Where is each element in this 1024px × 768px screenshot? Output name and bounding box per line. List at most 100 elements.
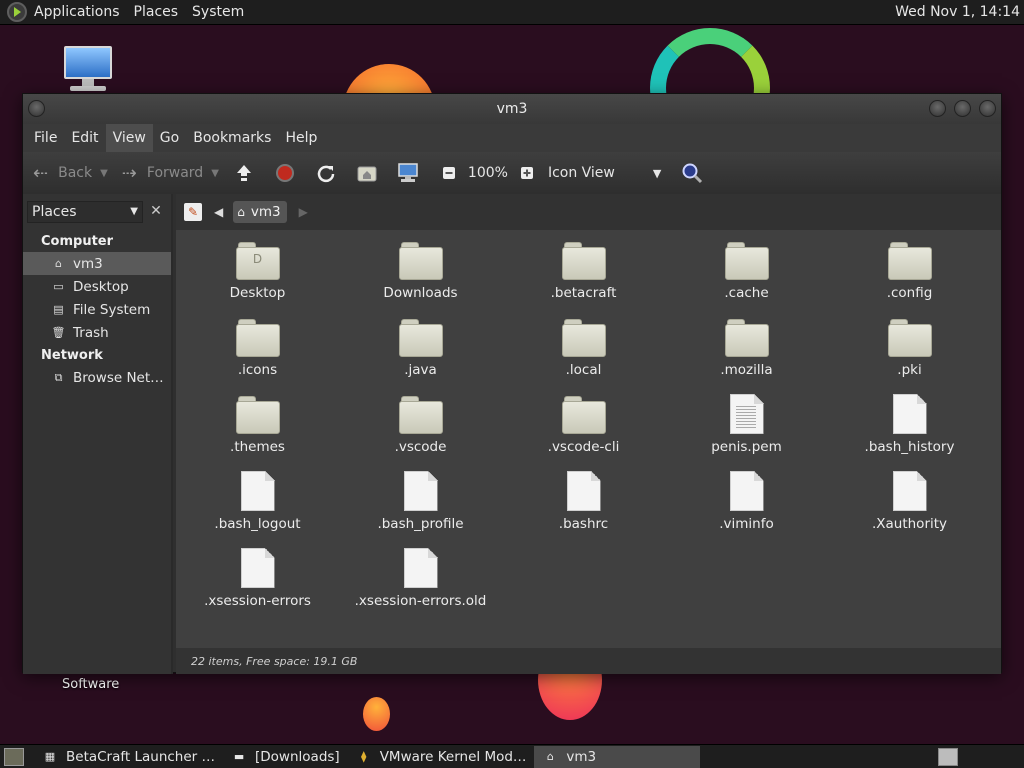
view-mode-select[interactable]: Icon View ▼ <box>548 165 661 181</box>
zoom-out-icon[interactable] <box>438 162 460 184</box>
taskbar-item-label: [Downloads] <box>255 748 340 765</box>
taskbar-item-betacraft[interactable]: ▦ BetaCraft Launcher … <box>34 746 221 768</box>
search-icon[interactable] <box>681 162 703 184</box>
minimize-button[interactable] <box>929 100 946 117</box>
clock[interactable]: Wed Nov 1, 14:14 <box>895 4 1020 20</box>
taskbar-item-label: BetaCraft Launcher … <box>66 748 216 765</box>
menu-bookmarks[interactable]: Bookmarks <box>186 124 278 152</box>
back-label: Back <box>58 165 93 181</box>
reload-icon[interactable] <box>315 162 337 184</box>
file-item[interactable]: .mozilla <box>665 317 828 394</box>
edit-location-icon[interactable]: ✎ <box>184 203 202 221</box>
file-item[interactable]: .pki <box>828 317 991 394</box>
taskbar-item-vmware[interactable]: ⧫ VMware Kernel Mod… <box>348 746 533 768</box>
file-item[interactable]: .cache <box>665 240 828 317</box>
sidebar-item-trash[interactable]: 🗑 Trash <box>23 321 171 344</box>
file-item[interactable]: .bash_history <box>828 394 991 471</box>
menu-help[interactable]: Help <box>278 124 324 152</box>
file-icon <box>566 471 601 511</box>
path-left-arrow-icon[interactable]: ◀ <box>214 205 223 219</box>
menu-system[interactable]: System <box>185 4 251 20</box>
stop-icon[interactable] <box>274 162 296 184</box>
file-name: .cache <box>724 285 769 301</box>
breadcrumb-label: vm3 <box>250 204 281 220</box>
forward-button[interactable]: ⇢ Forward ▼ <box>122 163 219 184</box>
folder-icon <box>724 242 769 280</box>
file-item[interactable]: .betacraft <box>502 240 665 317</box>
taskbar-item-vm3[interactable]: ⌂ vm3 <box>534 745 701 768</box>
up-arrow-icon[interactable] <box>233 162 255 184</box>
sidebar-item-label: Desktop <box>73 278 129 295</box>
chevron-down-icon[interactable]: ▼ <box>100 168 108 179</box>
breadcrumb-vm3[interactable]: ⌂ vm3 <box>233 201 287 223</box>
file-item[interactable]: .themes <box>176 394 339 471</box>
chevron-down-icon[interactable]: ▼ <box>211 168 219 179</box>
taskbar-item-downloads[interactable]: ▬ [Downloads] <box>223 746 346 768</box>
folder-icon <box>887 242 932 280</box>
folder-glyph: D <box>252 252 263 266</box>
file-item[interactable]: .bashrc <box>502 471 665 548</box>
places-selector[interactable]: Places ▼ <box>27 201 143 223</box>
zoom-in-icon[interactable] <box>516 162 538 184</box>
workspace-switcher-icon[interactable] <box>938 748 958 766</box>
window-menu-button[interactable] <box>28 100 45 117</box>
sidebar-item-vm3[interactable]: ⌂ vm3 <box>23 252 171 275</box>
file-item[interactable]: D Desktop <box>176 240 339 317</box>
menu-go[interactable]: Go <box>153 124 186 152</box>
file-name: .vscode-cli <box>547 439 620 455</box>
file-item[interactable]: .viminfo <box>665 471 828 548</box>
file-item[interactable]: .xsession-errors.old <box>339 548 502 625</box>
file-name: Downloads <box>383 285 458 301</box>
file-item[interactable]: Downloads <box>339 240 502 317</box>
file-item[interactable]: .local <box>502 317 665 394</box>
file-item[interactable]: .vscode <box>339 394 502 471</box>
view-mode-value: Icon View <box>547 165 615 181</box>
back-button[interactable]: ⇠ Back ▼ <box>33 163 108 184</box>
menu-view[interactable]: View <box>105 124 153 152</box>
computer-desktop-icon[interactable] <box>62 46 114 92</box>
menu-file[interactable]: File <box>27 124 64 152</box>
file-name: .xsession-errors.old <box>354 593 487 609</box>
vmware-icon: ⧫ <box>360 750 367 763</box>
file-name: penis.pem <box>711 439 782 455</box>
close-sidebar-icon[interactable]: ✕ <box>147 202 165 220</box>
text-file-icon <box>729 394 764 434</box>
file-name: .vscode <box>394 439 447 455</box>
folder-icon <box>398 319 443 357</box>
icon-view[interactable]: D Desktop Downloads .betacraft .cache .config… <box>176 230 1001 648</box>
home-folder-icon[interactable] <box>356 162 378 184</box>
sidebar-item-browse-network[interactable]: ⧉ Browse Net… <box>23 366 171 389</box>
titlebar[interactable]: vm3 <box>23 94 1001 124</box>
distro-logo-icon[interactable] <box>7 2 27 22</box>
home-folder-icon: ⌂ <box>237 205 245 219</box>
file-item[interactable]: .xsession-errors <box>176 548 339 625</box>
file-item[interactable]: .config <box>828 240 991 317</box>
computer-icon[interactable] <box>397 162 419 184</box>
file-name: .bash_history <box>864 439 955 455</box>
sidebar-item-file-system[interactable]: ▤ File System <box>23 298 171 321</box>
file-item[interactable]: .vscode-cli <box>502 394 665 471</box>
menu-edit[interactable]: Edit <box>64 124 105 152</box>
sidebar-item-desktop[interactable]: ▭ Desktop <box>23 275 171 298</box>
file-item[interactable]: penis.pem <box>665 394 828 471</box>
menu-applications[interactable]: Applications <box>27 4 127 20</box>
window-title: vm3 <box>496 101 528 117</box>
network-icon: ⧉ <box>54 370 63 384</box>
maximize-button[interactable] <box>954 100 971 117</box>
chevron-down-icon: ▼ <box>652 166 662 180</box>
software-desktop-label[interactable]: Software <box>62 677 119 692</box>
menu-places[interactable]: Places <box>127 4 186 20</box>
file-item[interactable]: .Xauthority <box>828 471 991 548</box>
show-desktop-button[interactable] <box>4 747 24 766</box>
folder-icon <box>724 319 769 357</box>
file-item[interactable]: .bash_profile <box>339 471 502 548</box>
path-right-arrow-icon[interactable]: ▶ <box>299 205 308 219</box>
file-item[interactable]: .bash_logout <box>176 471 339 548</box>
file-item[interactable]: .icons <box>176 317 339 394</box>
close-button[interactable] <box>979 100 996 117</box>
file-item[interactable]: .java <box>339 317 502 394</box>
file-name: .config <box>886 285 933 301</box>
file-name: .mozilla <box>720 362 773 378</box>
bottom-panel: ▦ BetaCraft Launcher … ▬ [Downloads] ⧫ V… <box>0 744 1024 768</box>
places-header: Places ▼ ✕ <box>23 194 171 230</box>
